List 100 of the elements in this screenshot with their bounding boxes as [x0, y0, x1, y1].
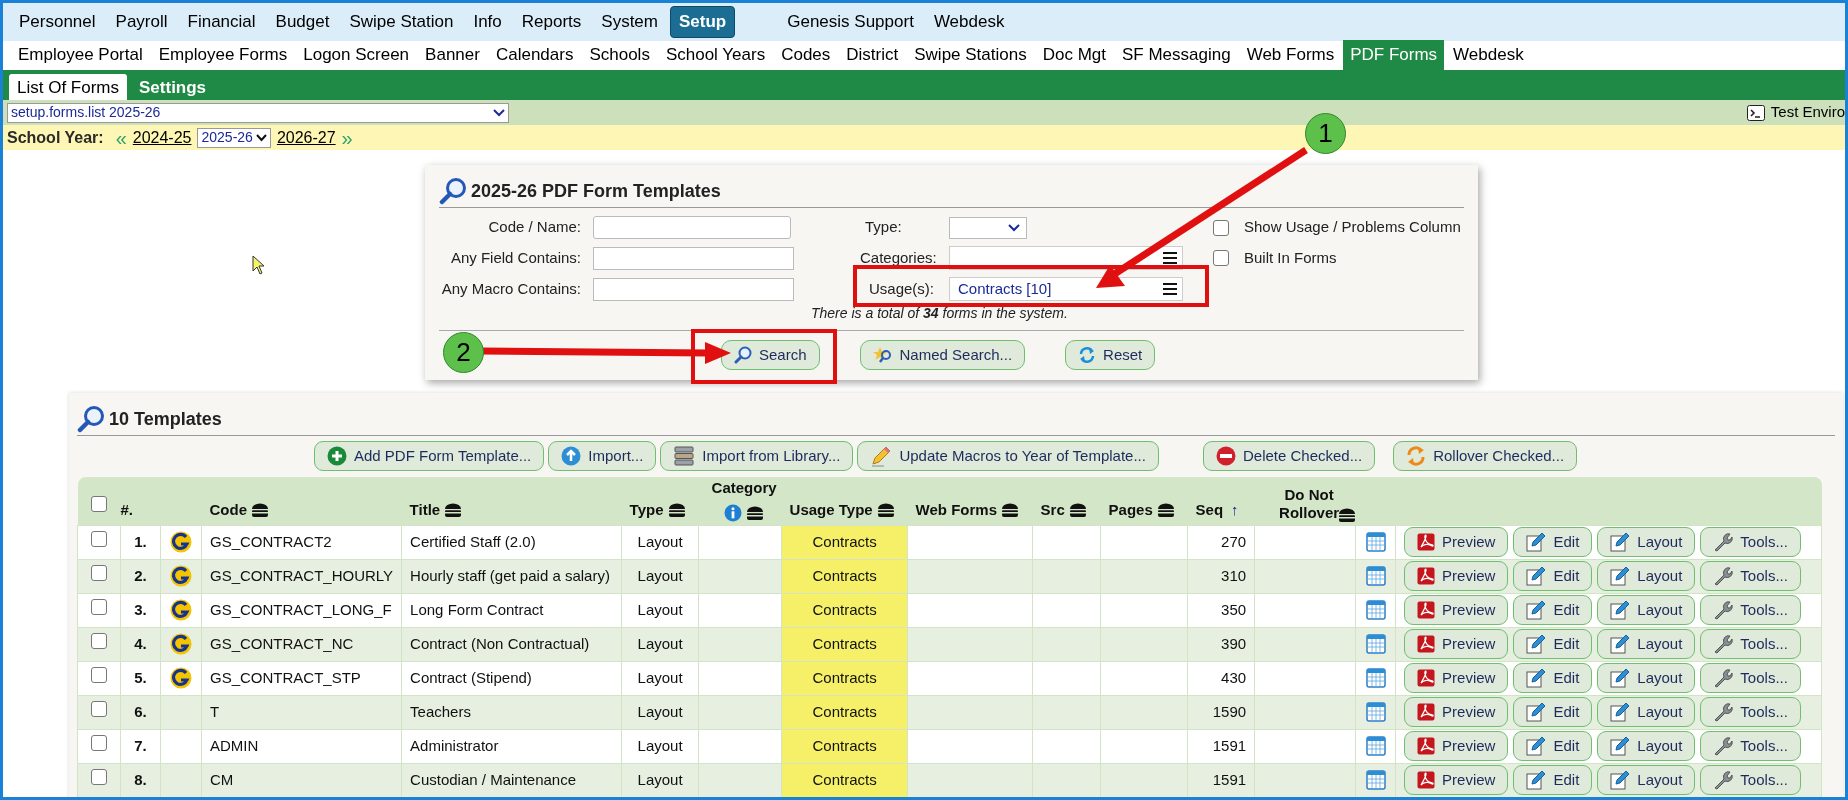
menu-item[interactable]: System	[593, 7, 666, 37]
rollover-button[interactable]: Rollover Checked...	[1393, 441, 1578, 471]
calendar-icon[interactable]	[1365, 566, 1386, 586]
checkbox[interactable]	[91, 530, 107, 547]
preview-button[interactable]: Preview	[1404, 595, 1509, 625]
tools-button[interactable]: Tools...	[1700, 629, 1801, 659]
menu-item[interactable]: Payroll	[107, 7, 176, 37]
sort-menu-icon[interactable]	[876, 503, 895, 518]
input-field[interactable]	[593, 277, 794, 301]
edit-button[interactable]: Layout	[1597, 697, 1696, 727]
edit-button[interactable]: Edit	[1513, 697, 1593, 727]
preview-button[interactable]: Preview	[1404, 697, 1509, 727]
menu-item[interactable]: Reports	[513, 7, 590, 37]
preview-button[interactable]: Preview	[1404, 629, 1509, 659]
column-header[interactable]: Code	[209, 499, 247, 522]
sort-menu-icon[interactable]	[1001, 503, 1019, 518]
menu-item[interactable]: Employee Portal	[11, 39, 150, 70]
menu-item[interactable]: Swipe Stations	[907, 39, 1034, 70]
menu-item[interactable]: Swipe Station	[341, 7, 462, 37]
column-header[interactable]: Do Not Rollover	[1266, 485, 1352, 522]
checkbox[interactable]	[91, 666, 107, 683]
tools-button[interactable]: Tools...	[1700, 527, 1801, 557]
calendar-icon[interactable]	[1365, 702, 1386, 722]
menu-item[interactable]: Logon Screen	[296, 39, 417, 70]
calendar-icon[interactable]	[1365, 736, 1386, 756]
column-header[interactable]: Web Forms	[915, 499, 997, 522]
calendar-icon[interactable]	[1365, 634, 1386, 654]
edit-button[interactable]: Layout	[1597, 663, 1696, 693]
menu-item[interactable]: School Years	[658, 39, 773, 70]
menu-item[interactable]: Info	[465, 7, 510, 37]
edit-button[interactable]: Edit	[1513, 561, 1593, 591]
sort-menu-icon[interactable]	[251, 503, 269, 518]
edit-button[interactable]: Edit	[1513, 765, 1593, 795]
edit-button[interactable]: Layout	[1597, 561, 1696, 591]
year-link[interactable]: 2026-27	[276, 125, 336, 150]
sort-menu-icon[interactable]	[1068, 503, 1087, 518]
checkbox[interactable]	[91, 734, 107, 751]
menu-icon[interactable]	[1162, 251, 1178, 265]
import-library-button[interactable]: Import from Library...	[660, 441, 854, 471]
menu-item[interactable]: Financial	[179, 7, 264, 37]
edit-button[interactable]: Edit	[1513, 663, 1593, 693]
tools-button[interactable]: Tools...	[1700, 595, 1801, 625]
preview-button[interactable]: Preview	[1404, 765, 1509, 795]
usage-field[interactable]: Contracts [10]	[949, 277, 1183, 301]
preview-button[interactable]: Preview	[1404, 731, 1509, 761]
menu-item[interactable]: PDF Forms	[1343, 39, 1445, 70]
edit-button[interactable]: Layout	[1597, 731, 1696, 761]
menu-item[interactable]: Doc Mgt	[1035, 39, 1113, 70]
checkbox[interactable]	[91, 768, 107, 785]
tools-button[interactable]: Tools...	[1700, 663, 1801, 693]
calendar-icon[interactable]	[1365, 770, 1386, 790]
checkbox[interactable]	[91, 632, 107, 649]
sort-menu-icon[interactable]	[746, 505, 765, 520]
menu-item[interactable]: Schools	[582, 39, 657, 70]
search-button[interactable]: Search	[721, 340, 820, 370]
preview-button[interactable]: Preview	[1404, 561, 1509, 591]
reset-button[interactable]: Reset	[1065, 340, 1156, 370]
sort-menu-icon[interactable]	[1156, 503, 1175, 518]
menu-item[interactable]: Codes	[774, 39, 838, 70]
tools-button[interactable]: Tools...	[1700, 765, 1801, 795]
checkbox[interactable]	[1213, 250, 1229, 266]
column-header[interactable]: Seq	[1195, 499, 1224, 522]
menu-item[interactable]: Webdesk	[925, 9, 1013, 35]
edit-button[interactable]: Layout	[1597, 595, 1696, 625]
calendar-icon[interactable]	[1365, 600, 1386, 620]
edit-button[interactable]: Edit	[1513, 629, 1593, 659]
tools-button[interactable]: Tools...	[1700, 561, 1801, 591]
tab[interactable]: Settings	[131, 73, 215, 100]
year-select[interactable]: 2025-26	[197, 127, 271, 148]
tools-button[interactable]: Tools...	[1700, 697, 1801, 727]
sort-menu-icon[interactable]	[667, 503, 686, 518]
column-header[interactable]: Category	[711, 477, 777, 500]
sort-menu-icon[interactable]	[1337, 507, 1356, 522]
screen-select[interactable]: setup.forms.list 2025-26	[7, 102, 509, 123]
edit-button[interactable]: Edit	[1513, 731, 1593, 761]
edit-button[interactable]: Layout	[1597, 629, 1696, 659]
tools-button[interactable]: Tools...	[1700, 731, 1801, 761]
update-macros-button[interactable]: Update Macros to Year of Template...	[857, 441, 1159, 471]
menu-item[interactable]: Calendars	[488, 39, 581, 70]
checkbox[interactable]	[91, 700, 107, 717]
edit-button[interactable]: Layout	[1597, 527, 1696, 557]
year-link[interactable]: 2024-25	[132, 125, 192, 150]
column-header[interactable]: Title	[409, 499, 441, 522]
preview-button[interactable]: Preview	[1404, 527, 1509, 557]
preview-button[interactable]: Preview	[1404, 663, 1509, 693]
menu-item[interactable]: Personnel	[11, 7, 104, 37]
import-button[interactable]: Import...	[548, 441, 657, 471]
menu-icon[interactable]	[1162, 282, 1178, 296]
menu-item[interactable]: Budget	[267, 7, 338, 37]
checkbox[interactable]	[91, 598, 107, 615]
tab[interactable]: List Of Forms	[9, 73, 127, 100]
calendar-icon[interactable]	[1365, 532, 1386, 552]
input-field[interactable]	[593, 216, 791, 239]
add-button[interactable]: Add PDF Form Template...	[314, 441, 545, 471]
sort-arrow[interactable]: ↑	[1231, 499, 1239, 522]
column-header[interactable]: Src	[1040, 499, 1065, 522]
delete-button[interactable]: Delete Checked...	[1202, 441, 1376, 471]
edit-button[interactable]: Edit	[1513, 527, 1593, 557]
checkbox[interactable]	[91, 564, 107, 581]
calendar-icon[interactable]	[1365, 668, 1386, 688]
